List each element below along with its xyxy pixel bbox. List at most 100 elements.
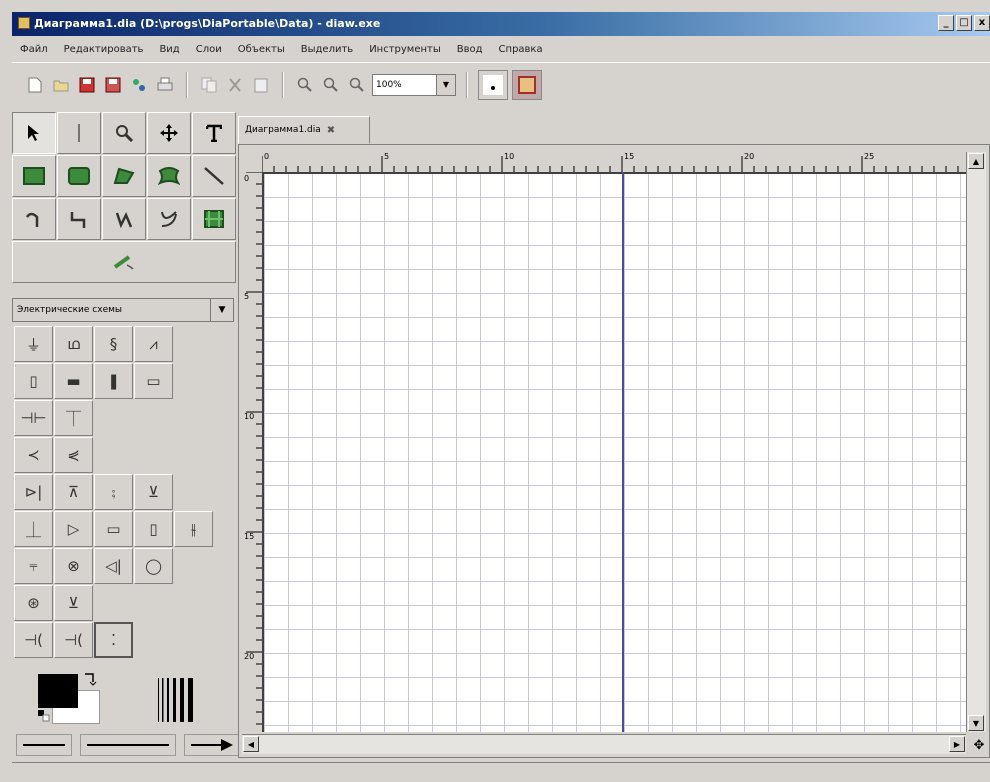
shape-vdiode-icon[interactable]: ⊼ — [54, 474, 93, 510]
shape-ground-icon[interactable]: ⏚ — [14, 326, 53, 362]
pointer-tool[interactable] — [12, 112, 56, 154]
line-width-icon[interactable] — [156, 676, 204, 724]
vertical-scrollbar[interactable]: ▲ ▼ — [966, 152, 986, 732]
outline-tool[interactable] — [12, 241, 236, 283]
shape-electrolytic-cap-icon[interactable]: ⊣( — [14, 622, 53, 658]
shape-diode-icon[interactable]: ⊳| — [14, 474, 53, 510]
box-tool[interactable] — [12, 155, 56, 197]
maximize-button[interactable]: □ — [956, 15, 972, 31]
shape-battery-icon[interactable]: ⫧ — [14, 548, 53, 584]
polyline-tool[interactable] — [102, 198, 146, 240]
shape-hcapacitor-icon[interactable]: ⫳ — [174, 511, 213, 547]
scroll-right-icon[interactable]: ▶ — [949, 736, 965, 752]
shape-connector-icon[interactable]: ⁚ — [94, 622, 133, 658]
save-as-icon[interactable] — [102, 74, 124, 96]
shape-earth-icon[interactable]: ⏊ — [14, 511, 53, 547]
line-tool[interactable] — [192, 155, 236, 197]
shapes-palette: ⏚ ഥ § ⩘ ▯ ▬ ❚ ▭ ⊣⊢ ⏉ ≺ ⋞ ⊳| ⊼ ⨟ ⊻ ⏊ ▷ ▭ … — [14, 326, 213, 659]
shape-zener-icon[interactable]: ⨟ — [94, 474, 133, 510]
close-icon[interactable]: ✖ — [327, 125, 335, 136]
tab-diagram[interactable]: Диаграмма1.dia ✖ — [238, 116, 370, 144]
ellipse-tool[interactable] — [57, 155, 101, 197]
window-titlebar[interactable]: Диаграмма1.dia (D:\progs\DiaPortable\Dat… — [12, 12, 990, 36]
menu-bar: Файл Редактировать Вид Слои Объекты Выде… — [12, 38, 990, 60]
menu-help[interactable]: Справка — [491, 44, 551, 55]
shape-resistor-icon[interactable]: ⩘ — [134, 326, 173, 362]
copy-icon[interactable] — [198, 74, 220, 96]
zoom-out-icon[interactable] — [320, 74, 342, 96]
new-file-icon[interactable] — [24, 74, 46, 96]
shape-inductor-icon[interactable]: ഥ — [54, 326, 93, 362]
navigation-cross-icon[interactable]: ✥ — [970, 736, 988, 754]
horizontal-scrollbar[interactable]: ◀ ▶ — [242, 734, 966, 754]
start-arrow-select[interactable] — [16, 734, 72, 756]
menu-input[interactable]: Ввод — [449, 44, 491, 55]
scroll-up-icon[interactable]: ▲ — [968, 153, 984, 169]
shape-wire-icon[interactable]: ▬ — [54, 363, 93, 399]
foreground-color-swatch[interactable] — [38, 674, 78, 708]
shape-hresistor-icon[interactable]: ▭ — [134, 363, 173, 399]
end-arrow-select[interactable] — [184, 734, 240, 756]
menu-file[interactable]: Файл — [12, 44, 56, 55]
menu-edit[interactable]: Редактировать — [56, 44, 152, 55]
beziergon-tool[interactable] — [147, 155, 191, 197]
chevron-down-icon[interactable]: ▼ — [436, 74, 455, 95]
app-icon — [18, 17, 30, 29]
zoom-fit-icon[interactable] — [346, 74, 368, 96]
status-bar — [12, 762, 990, 782]
zigzag-line-tool[interactable] — [57, 198, 101, 240]
magnify-icon[interactable] — [102, 112, 146, 154]
bezier-line-tool[interactable] — [147, 198, 191, 240]
scroll-move-icon[interactable] — [147, 112, 191, 154]
shape-speaker-icon[interactable]: ◁| — [94, 548, 133, 584]
minimize-button[interactable]: _ — [938, 15, 954, 31]
shape-coil-icon[interactable]: § — [94, 326, 133, 362]
export-icon[interactable] — [128, 74, 150, 96]
reset-colors-icon[interactable] — [38, 710, 50, 722]
toolbar-separator — [466, 71, 468, 98]
shape-led-icon[interactable]: ⊛ — [14, 585, 53, 621]
polygon-tool[interactable] — [102, 155, 146, 197]
text-edit-tool[interactable] — [57, 112, 101, 154]
scroll-down-icon[interactable]: ▼ — [968, 715, 984, 731]
shape-vzener-icon[interactable]: ⊻ — [134, 474, 173, 510]
shape-transistor-npn-icon[interactable]: ≺ — [14, 437, 53, 473]
shape-transistor-pnp-icon[interactable]: ⋞ — [54, 437, 93, 473]
menu-layers[interactable]: Слои — [188, 44, 230, 55]
open-folder-icon[interactable] — [50, 74, 72, 96]
scroll-left-icon[interactable]: ◀ — [243, 736, 259, 752]
shape-capacitor-icon[interactable]: ⊣⊢ — [14, 400, 53, 436]
shape-small-resistor-icon[interactable]: ▭ — [94, 511, 133, 547]
shape-polar-cap-icon[interactable]: ⊣( — [54, 622, 93, 658]
shape-lamp-icon[interactable]: ⊗ — [54, 548, 93, 584]
menu-view[interactable]: Вид — [151, 44, 187, 55]
text-tool[interactable] — [192, 112, 236, 154]
object-snap-toggle[interactable] — [512, 69, 542, 100]
line-style-select[interactable] — [80, 734, 176, 756]
image-tool[interactable] — [192, 198, 236, 240]
menu-tools[interactable]: Инструменты — [361, 44, 449, 55]
snap-to-grid-toggle[interactable] — [478, 69, 508, 100]
paste-icon[interactable] — [250, 74, 272, 96]
shape-vcapacitor-icon[interactable]: ⏉ — [54, 400, 93, 436]
sheet-select[interactable]: Электрические схемы ▼ — [12, 298, 234, 322]
shape-vsmall-resistor-icon[interactable]: ▯ — [134, 511, 173, 547]
shape-fuse-icon[interactable]: ❚ — [94, 363, 133, 399]
print-icon[interactable] — [154, 74, 176, 96]
zoom-select[interactable]: 100% ▼ — [372, 73, 456, 96]
close-button[interactable]: x — [974, 15, 990, 31]
arc-tool[interactable] — [12, 198, 56, 240]
shape-photodiode-icon[interactable]: ⊻ — [54, 585, 93, 621]
diagram-canvas[interactable] — [262, 172, 966, 732]
hruler-label-0: 0 — [264, 152, 270, 161]
shape-amplifier-icon[interactable]: ▷ — [54, 511, 93, 547]
cut-icon[interactable] — [224, 74, 246, 96]
shape-source-icon[interactable]: ◯ — [134, 548, 173, 584]
chevron-down-icon[interactable]: ▼ — [210, 299, 233, 321]
shape-vresistor-icon[interactable]: ▯ — [14, 363, 53, 399]
zoom-in-icon[interactable] — [294, 74, 316, 96]
swap-colors-icon[interactable] — [82, 670, 98, 686]
menu-objects[interactable]: Объекты — [230, 44, 293, 55]
menu-select[interactable]: Выделить — [293, 44, 361, 55]
save-icon[interactable] — [76, 74, 98, 96]
